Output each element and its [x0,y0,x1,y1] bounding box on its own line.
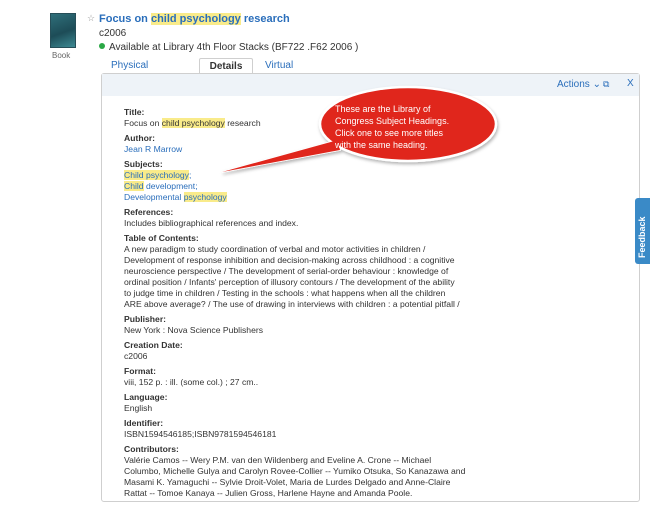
callout-line: Congress Subject Headings. [335,116,450,126]
callout-line: with the same heading. [335,140,428,150]
feedback-tab[interactable]: Feedback [635,198,650,264]
callout-text: These are the Library of Congress Subjec… [335,103,480,151]
callout-line: Click one to see more titles [335,128,444,138]
annotation-callout [221,85,498,173]
feedback-label: Feedback [637,216,647,258]
callout-line: These are the Library of [335,104,431,114]
